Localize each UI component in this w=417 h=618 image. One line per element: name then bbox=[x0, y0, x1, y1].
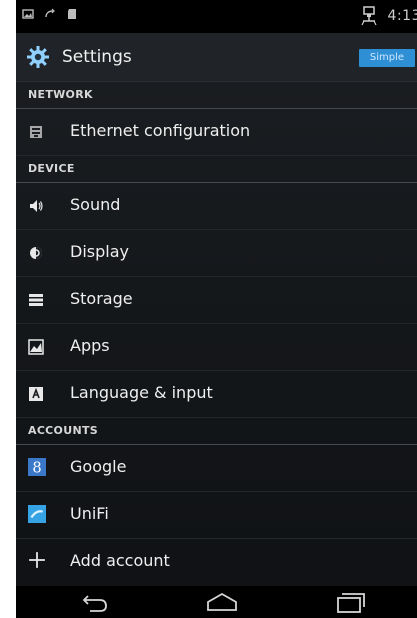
clock: 4:13 bbox=[387, 8, 417, 24]
recents-icon[interactable] bbox=[330, 590, 370, 614]
list-item-label: Ethernet configuration bbox=[70, 121, 251, 140]
unifi-icon bbox=[28, 505, 46, 523]
list-item-label: Storage bbox=[70, 289, 133, 308]
list-item-label: Google bbox=[70, 457, 127, 476]
status-bar: 4:13 bbox=[16, 0, 417, 33]
sync-icon bbox=[45, 8, 55, 18]
list-item-label: Apps bbox=[70, 336, 110, 355]
list-item-sound[interactable]: Sound bbox=[16, 183, 417, 230]
photo-icon bbox=[22, 9, 34, 19]
speaker-icon bbox=[30, 200, 43, 212]
plus-icon bbox=[29, 552, 45, 568]
google-icon: 8 bbox=[28, 458, 46, 476]
section-header-accounts: ACCOUNTS bbox=[16, 418, 417, 445]
list-item-label: UniFi bbox=[70, 504, 109, 523]
settings-screen: 4:13 Settings Simple NETWORK Ethernet co… bbox=[16, 0, 417, 618]
storage-icon bbox=[29, 294, 43, 306]
list-item-display[interactable]: Display bbox=[16, 230, 417, 277]
home-icon[interactable] bbox=[202, 590, 242, 614]
back-icon[interactable] bbox=[76, 590, 116, 614]
display-icon bbox=[30, 247, 42, 259]
settings-list: NETWORK Ethernet configuration DEVICE So… bbox=[16, 82, 417, 585]
settings-gear-icon[interactable] bbox=[26, 45, 50, 69]
navigation-bar bbox=[16, 586, 417, 618]
list-item-ethernet-configuration[interactable]: Ethernet configuration bbox=[16, 109, 417, 156]
svg-text:8: 8 bbox=[32, 460, 41, 476]
list-item-unifi[interactable]: UniFi bbox=[16, 492, 417, 539]
status-icons-right: 4:13 bbox=[360, 6, 417, 26]
page-title: Settings bbox=[62, 47, 132, 67]
apps-icon bbox=[28, 339, 44, 355]
sd-card-icon bbox=[68, 9, 76, 19]
list-item-storage[interactable]: Storage bbox=[16, 277, 417, 324]
list-item-language-input[interactable]: Language & input bbox=[16, 371, 417, 418]
status-icons-left bbox=[22, 8, 78, 20]
list-item-label: Display bbox=[70, 242, 129, 261]
section-header-network: NETWORK bbox=[16, 82, 417, 109]
keyboard-icon bbox=[29, 387, 43, 401]
list-item-label: Sound bbox=[70, 195, 121, 214]
list-item-label: Add account bbox=[70, 551, 170, 570]
list-item-label: Language & input bbox=[70, 383, 213, 402]
ethernet-config-icon bbox=[30, 126, 42, 138]
section-header-device: DEVICE bbox=[16, 156, 417, 183]
action-bar: Settings Simple bbox=[16, 33, 417, 82]
simple-mode-button[interactable]: Simple bbox=[359, 49, 415, 67]
list-item-google[interactable]: 8 Google bbox=[16, 445, 417, 492]
list-item-add-account[interactable]: Add account bbox=[16, 539, 417, 585]
list-item-apps[interactable]: Apps bbox=[16, 324, 417, 371]
ethernet-icon bbox=[361, 6, 377, 26]
